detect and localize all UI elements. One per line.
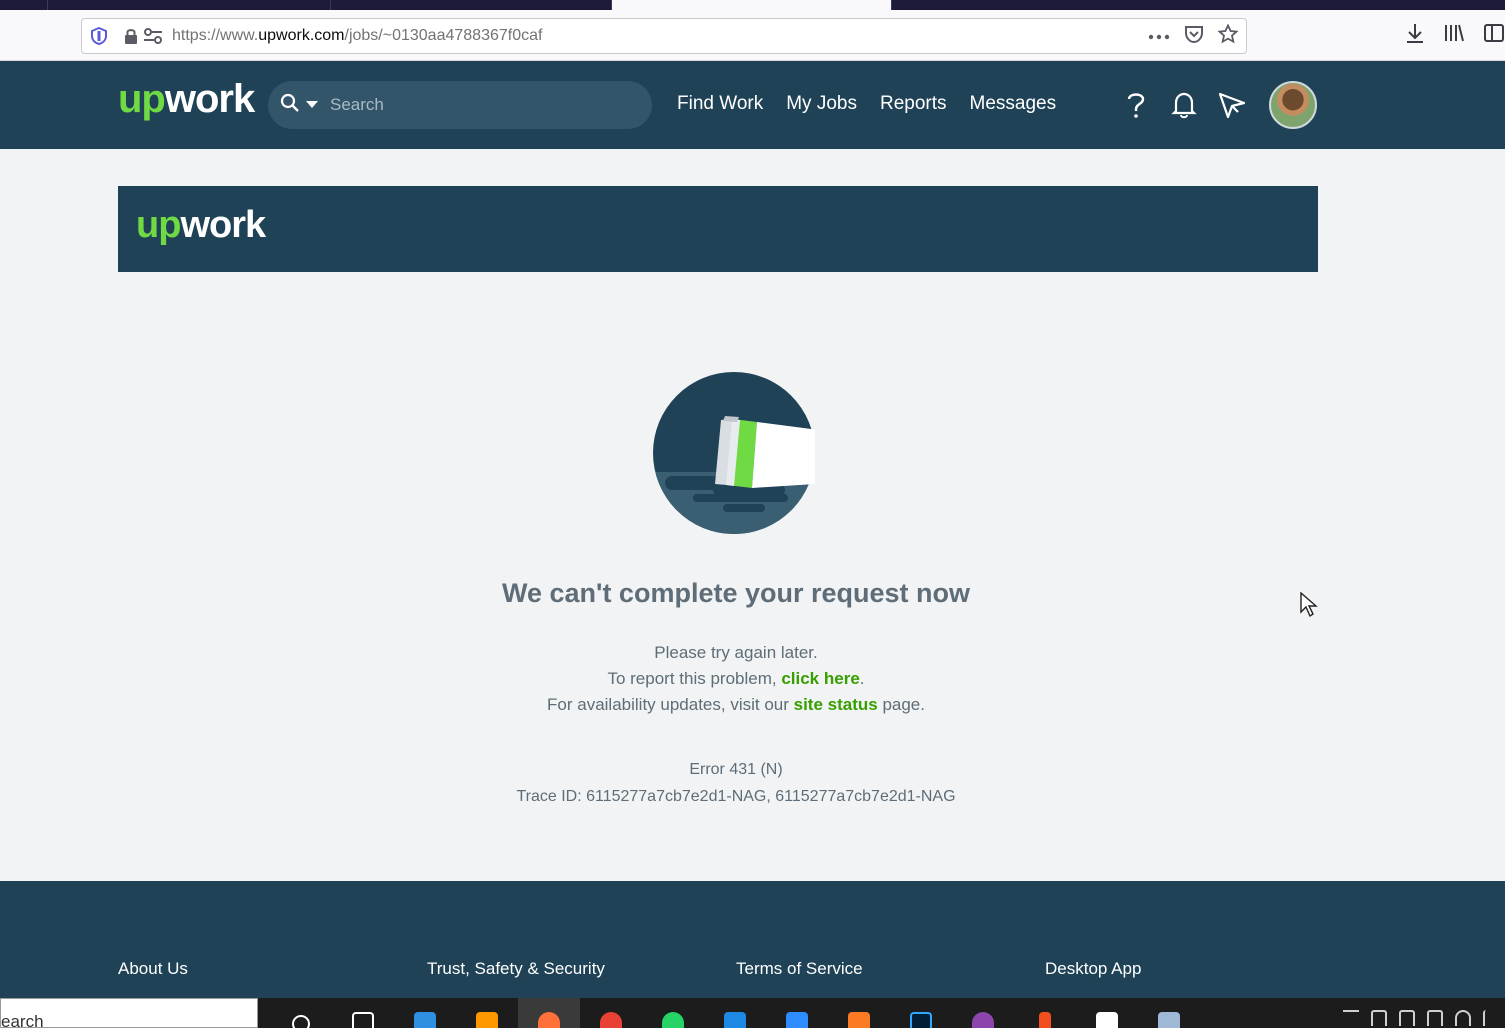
error-details: Error 431 (N) Trace ID: 6115277a7cb7e2d1… bbox=[0, 756, 1472, 810]
url-bar[interactable]: https://www.upwork.com/jobs/~0130aa47883… bbox=[81, 18, 1247, 54]
browser-navbar: https://www.upwork.com/jobs/~0130aa47883… bbox=[0, 10, 1505, 61]
control-panel-icon[interactable] bbox=[1138, 998, 1200, 1028]
footer-about-us-link[interactable]: About Us bbox=[118, 959, 188, 979]
browser-tab[interactable] bbox=[0, 0, 48, 10]
search-bar bbox=[268, 81, 652, 129]
site-header: upwork Find Work My Jobs Reports Message… bbox=[0, 61, 1505, 149]
url-text[interactable]: https://www.upwork.com/jobs/~0130aa47883… bbox=[172, 27, 542, 45]
browser-tab-strip bbox=[0, 0, 1505, 10]
status-suffix: page. bbox=[877, 695, 925, 714]
nav-find-work[interactable]: Find Work bbox=[677, 93, 763, 115]
flag-app-icon[interactable] bbox=[394, 998, 456, 1028]
browser-tab-active[interactable] bbox=[612, 0, 892, 10]
status-prefix: For availability updates, visit our bbox=[547, 695, 794, 714]
logo-up: up bbox=[118, 77, 166, 121]
user-avatar[interactable] bbox=[1269, 81, 1317, 129]
main-nav: Find Work My Jobs Reports Messages bbox=[677, 93, 1056, 115]
permissions-icon[interactable] bbox=[142, 25, 164, 47]
search-icon[interactable] bbox=[280, 93, 300, 118]
tracking-shield-icon[interactable] bbox=[88, 25, 110, 47]
browser-tab[interactable] bbox=[331, 0, 612, 10]
error-line-try-again: Please try again later. bbox=[654, 643, 818, 662]
error-line-report: To report this problem, click here. bbox=[0, 666, 1472, 692]
xampp-icon[interactable] bbox=[828, 998, 890, 1028]
battery-icon[interactable] bbox=[1399, 1010, 1415, 1026]
cortana-icon[interactable] bbox=[270, 998, 332, 1028]
library-icon[interactable] bbox=[1443, 23, 1465, 48]
volume-icon[interactable] bbox=[1427, 1010, 1443, 1026]
tray-chevron-up-icon[interactable] bbox=[1343, 1010, 1359, 1026]
lock-icon[interactable] bbox=[120, 25, 142, 47]
task-view-icon[interactable] bbox=[332, 998, 394, 1028]
send-direct-contracts-icon[interactable] bbox=[1218, 83, 1246, 127]
url-host: upwork.com bbox=[258, 27, 345, 44]
sidebar-icon[interactable] bbox=[1483, 23, 1505, 48]
language-icon[interactable] bbox=[1483, 1010, 1499, 1026]
downloads-icon[interactable] bbox=[1405, 22, 1425, 49]
error-line-status: For availability updates, visit our site… bbox=[0, 692, 1472, 718]
taskbar-search-box[interactable]: earch bbox=[0, 998, 258, 1028]
error-title: We can't complete your request now bbox=[501, 578, 971, 608]
trace-id: Trace ID: 6115277a7cb7e2d1-NAG, 6115277a… bbox=[516, 788, 956, 805]
report-suffix: . bbox=[859, 669, 865, 688]
zoom-icon[interactable] bbox=[766, 998, 828, 1028]
firefox-icon[interactable] bbox=[518, 998, 580, 1028]
browser-tab[interactable] bbox=[48, 0, 331, 10]
footer-trust-safety-link[interactable]: Trust, Safety & Security bbox=[427, 959, 605, 979]
system-tray bbox=[1343, 1010, 1499, 1026]
notifications-bell-icon[interactable] bbox=[1170, 83, 1198, 127]
header-icons bbox=[1122, 83, 1246, 127]
site-status-link[interactable]: site status bbox=[794, 695, 878, 714]
error-banner: upwork bbox=[118, 186, 1318, 272]
windows-taskbar: earch bbox=[0, 998, 1505, 1028]
onedrive-icon[interactable] bbox=[1371, 1010, 1387, 1026]
github-icon[interactable] bbox=[952, 998, 1014, 1028]
banner-logo-work: work bbox=[180, 204, 266, 246]
report-click-here-link[interactable]: click here bbox=[781, 669, 859, 688]
taskbar-search-text: earch bbox=[1, 1012, 44, 1028]
footer-terms-link[interactable]: Terms of Service bbox=[736, 959, 863, 979]
error-code: Error 431 (N) bbox=[689, 761, 783, 778]
microsoft-store-icon[interactable] bbox=[1076, 998, 1138, 1028]
chrome-icon[interactable] bbox=[580, 998, 642, 1028]
help-icon[interactable] bbox=[1122, 83, 1150, 127]
search-input[interactable] bbox=[330, 95, 630, 115]
wifi-icon[interactable] bbox=[1455, 1010, 1471, 1026]
banner-logo-up: up bbox=[136, 204, 181, 246]
error-message: Please try again later. To report this p… bbox=[0, 640, 1472, 718]
banner-upwork-logo: upwork bbox=[136, 204, 266, 247]
nav-reports[interactable]: Reports bbox=[880, 93, 947, 115]
footer-desktop-app-link[interactable]: Desktop App bbox=[1045, 959, 1141, 979]
photoshop-icon[interactable] bbox=[890, 998, 952, 1028]
whatsapp-icon[interactable] bbox=[642, 998, 704, 1028]
figma-icon[interactable] bbox=[1014, 998, 1076, 1028]
pocket-icon[interactable] bbox=[1184, 24, 1204, 49]
logo-work: work bbox=[164, 77, 255, 121]
spilled-cup-illustration bbox=[653, 372, 815, 534]
url-prefix: https://www. bbox=[172, 27, 259, 44]
bookmark-star-icon[interactable] bbox=[1217, 22, 1239, 49]
report-prefix: To report this problem, bbox=[607, 669, 782, 688]
upwork-logo[interactable]: upwork bbox=[118, 77, 255, 122]
sublime-text-icon[interactable] bbox=[456, 998, 518, 1028]
nav-messages[interactable]: Messages bbox=[970, 93, 1057, 115]
url-path: /jobs/~0130aa4788367f0caf bbox=[344, 27, 543, 44]
taskbar-apps bbox=[270, 998, 1200, 1028]
more-actions-icon[interactable] bbox=[1148, 27, 1170, 45]
search-type-chevron-down-icon[interactable] bbox=[306, 96, 318, 114]
nav-my-jobs[interactable]: My Jobs bbox=[786, 93, 857, 115]
mouse-cursor-icon bbox=[1300, 592, 1318, 618]
vscode-icon[interactable] bbox=[704, 998, 766, 1028]
